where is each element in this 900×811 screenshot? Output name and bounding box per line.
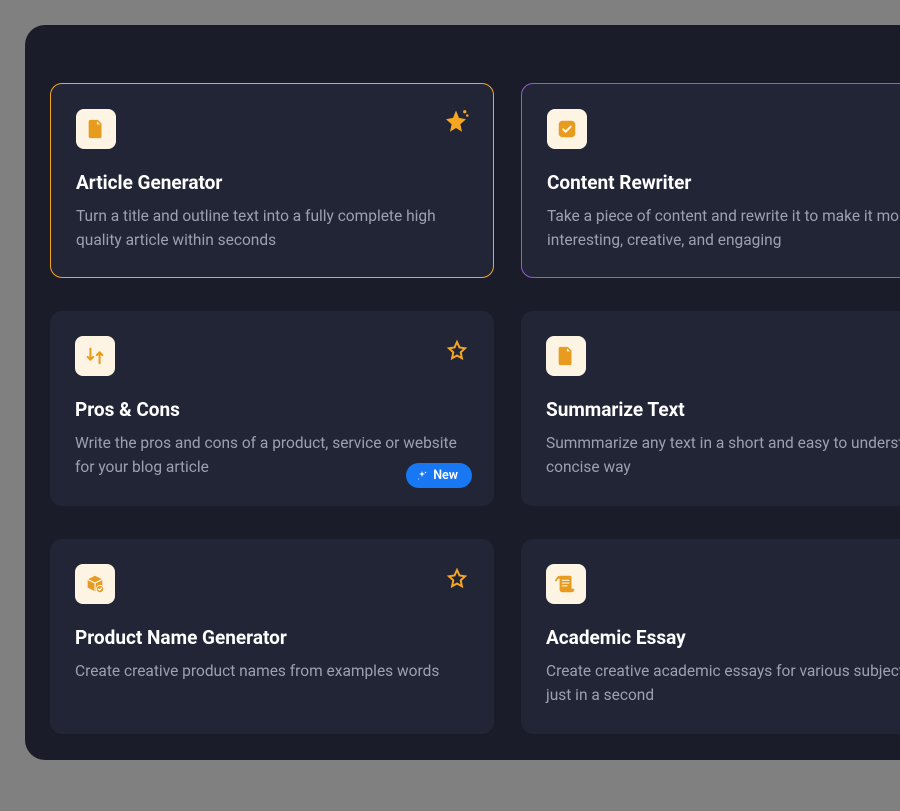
card-academic-essay[interactable]: Academic Essay Create creative academic … xyxy=(521,539,900,734)
card-title: Product Name Generator xyxy=(75,626,469,649)
scroll-icon xyxy=(546,564,586,604)
card-desc: Turn a title and outline text into a ful… xyxy=(76,204,468,252)
card-article-generator[interactable]: Article Generator Turn a title and outli… xyxy=(50,83,494,278)
card-product-name-generator[interactable]: Product Name Generator Create creative p… xyxy=(50,539,494,734)
compare-arrows-icon xyxy=(75,336,115,376)
package-check-icon xyxy=(75,564,115,604)
card-pros-cons[interactable]: Pros & Cons Write the pros and cons of a… xyxy=(50,311,494,506)
star-outline-icon[interactable] xyxy=(445,567,469,591)
star-filled-icon[interactable] xyxy=(441,108,471,138)
card-desc: Take a piece of content and rewrite it t… xyxy=(547,204,900,252)
badge-label: New xyxy=(433,468,458,483)
cards-grid: Article Generator Turn a title and outli… xyxy=(50,83,895,734)
card-title: Summarize Text xyxy=(546,398,900,421)
card-desc: Create creative academic essays for vari… xyxy=(546,659,900,707)
checkbox-icon xyxy=(547,109,587,149)
document-icon xyxy=(76,109,116,149)
new-badge: New xyxy=(406,463,472,488)
card-title: Academic Essay xyxy=(546,626,900,649)
card-summarize-text[interactable]: Summarize Text Summmarize any text in a … xyxy=(521,311,900,506)
sparkle-icon xyxy=(416,470,428,482)
card-title: Pros & Cons xyxy=(75,398,469,421)
card-desc: Create creative product names from examp… xyxy=(75,659,469,683)
card-desc: Summmarize any text in a short and easy … xyxy=(546,431,900,479)
templates-panel: Article Generator Turn a title and outli… xyxy=(25,25,900,760)
card-title: Article Generator xyxy=(76,171,468,194)
card-content-rewriter[interactable]: Content Rewriter Take a piece of content… xyxy=(521,83,900,278)
star-outline-icon[interactable] xyxy=(445,339,469,363)
card-title: Content Rewriter xyxy=(547,171,900,194)
file-text-icon xyxy=(546,336,586,376)
